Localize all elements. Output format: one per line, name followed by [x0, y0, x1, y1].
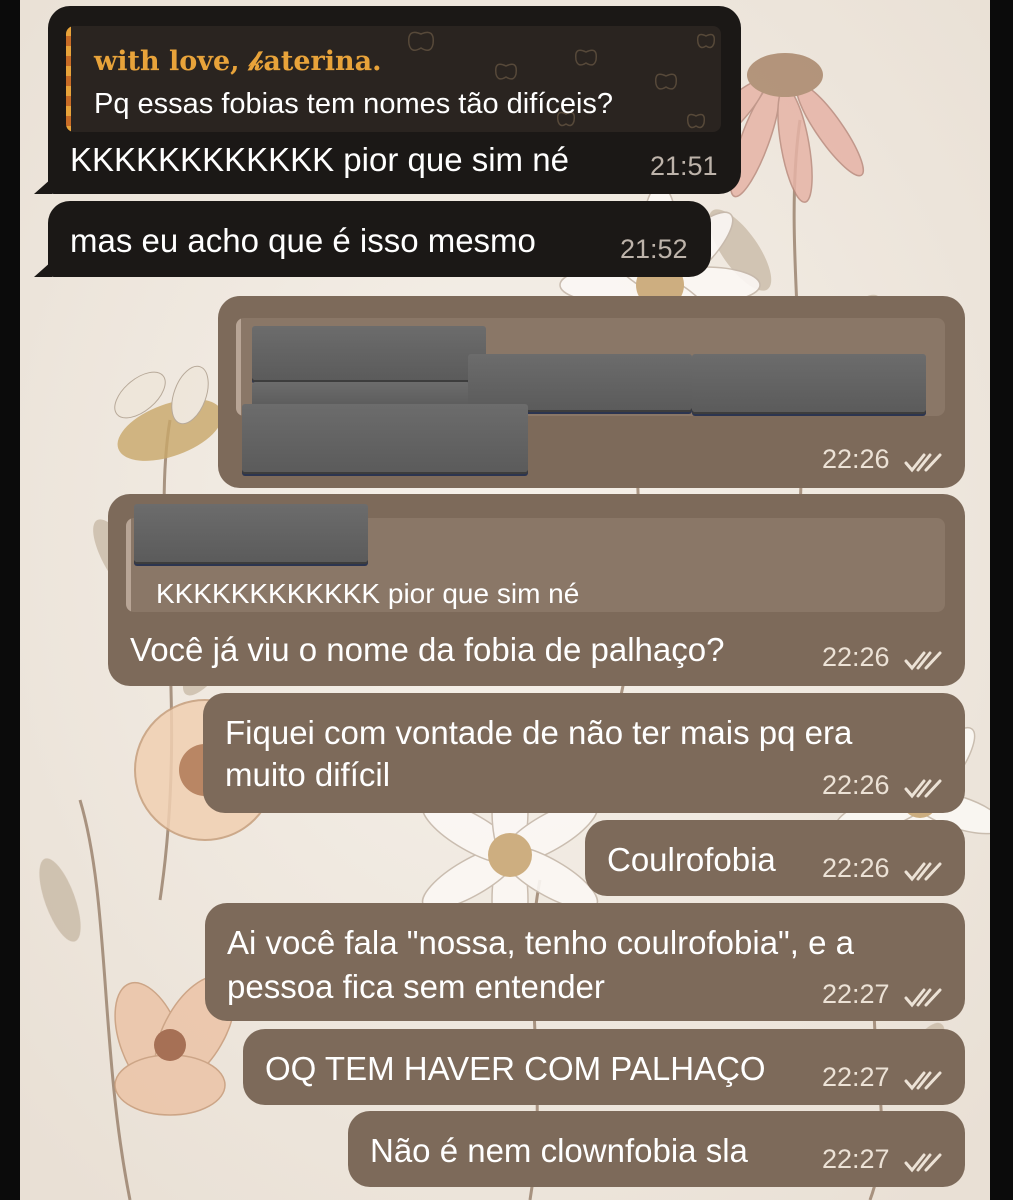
double-check-icon: [904, 453, 942, 473]
message-time: 22:27: [822, 1062, 890, 1092]
message-text: KKKKKKKKKKKK pior que sim né: [70, 141, 569, 178]
message-text: OQ TEM HAVER COM PALHAÇO: [265, 1050, 766, 1087]
message-bubble-incoming[interactable]: mas eu acho que é isso mesmo 21:52: [48, 201, 711, 277]
message-bubble-incoming[interactable]: with love, 𝓀aterina. Pq essas fobias tem…: [48, 6, 741, 194]
redacted-block: [242, 404, 528, 472]
message-time: 22:26: [822, 853, 890, 883]
message-bubble-outgoing[interactable]: KKKKKKKKKKKK pior que sim né Você já viu…: [108, 494, 965, 686]
message-time: 22:26: [822, 770, 890, 800]
reply-quote[interactable]: with love, 𝓀aterina. Pq essas fobias tem…: [66, 26, 721, 132]
redacted-block: [134, 504, 368, 562]
redacted-block: [692, 354, 926, 412]
message-text-line: Ai você fala "nossa, tenho coulrofobia",…: [227, 924, 854, 961]
bubble-tail: [34, 261, 52, 277]
message-time: 21:52: [620, 234, 688, 264]
message-bubble-outgoing[interactable]: Não é nem clownfobia sla 22:27: [348, 1111, 965, 1187]
double-check-icon: [904, 988, 942, 1008]
reply-text: KKKKKKKKKKKK pior que sim né: [156, 578, 580, 609]
message-time: 22:27: [822, 979, 890, 1009]
redacted-block: [252, 326, 486, 380]
message-text: Você já viu o nome da fobia de palhaço?: [130, 631, 725, 668]
double-check-icon: [904, 862, 942, 882]
message-bubble-outgoing[interactable]: Coulrofobia 22:26: [585, 820, 965, 896]
message-bubble-outgoing[interactable]: Fiquei com vontade de não ter mais pq er…: [203, 693, 965, 813]
message-text-line: muito difícil: [225, 756, 391, 793]
double-check-icon: [904, 779, 942, 799]
message-bubble-outgoing[interactable]: Ai você fala "nossa, tenho coulrofobia",…: [205, 903, 965, 1021]
message-text-line: pessoa fica sem entender: [227, 968, 605, 1005]
reply-author: with love, 𝓀aterina.: [94, 46, 382, 77]
double-check-icon: [904, 651, 942, 671]
bubble-tail: [34, 178, 52, 194]
message-bubble-outgoing[interactable]: OQ TEM HAVER COM PALHAÇO 22:27: [243, 1029, 965, 1105]
double-check-icon: [904, 1153, 942, 1173]
message-bubble-outgoing[interactable]: 22:26: [218, 296, 965, 488]
redacted-block: [468, 354, 692, 410]
message-time: 22:26: [822, 444, 890, 474]
message-text: Coulrofobia: [607, 841, 776, 878]
reply-text: Pq essas fobias tem nomes tão difíceis?: [94, 88, 614, 120]
message-text: Não é nem clownfobia sla: [370, 1132, 748, 1169]
quote-accent-bar: [236, 318, 241, 416]
double-check-icon: [904, 1071, 942, 1091]
message-time: 22:26: [822, 642, 890, 672]
quote-accent-bar: [126, 518, 131, 612]
message-time: 21:51: [650, 151, 718, 181]
message-time: 22:27: [822, 1144, 890, 1174]
message-text: mas eu acho que é isso mesmo: [70, 222, 536, 259]
message-text-line: Fiquei com vontade de não ter mais pq er…: [225, 714, 853, 751]
